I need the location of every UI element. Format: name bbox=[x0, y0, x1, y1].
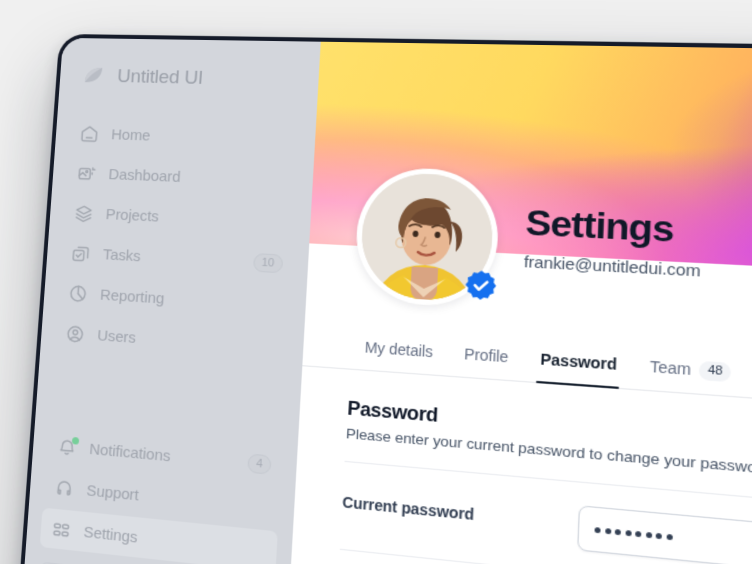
divider bbox=[344, 460, 752, 535]
dashboard-icon bbox=[76, 162, 98, 184]
brand-name: Untitled UI bbox=[116, 66, 204, 89]
sidebar-item-label: Tasks bbox=[102, 245, 142, 265]
tab-badge-team: 48 bbox=[698, 360, 732, 382]
settings-tabs: My details Profile Password Team 48 Plan bbox=[302, 320, 752, 434]
app-screen: Untitled UI Home Dashboard Projects Task… bbox=[10, 37, 752, 564]
field-new-password: New password Your new password must be m… bbox=[335, 550, 752, 564]
sidebar-item-users[interactable]: Users bbox=[54, 313, 290, 368]
tab-label: Profile bbox=[463, 345, 509, 366]
sidebar-item-label: Users bbox=[96, 326, 137, 347]
tab-label: My details bbox=[364, 338, 434, 361]
tasks-icon bbox=[70, 242, 92, 264]
sidebar-item-projects[interactable]: Projects bbox=[63, 193, 297, 242]
main-content: Settings frankie@untitledui.com My detai… bbox=[277, 41, 752, 564]
device-frame: Untitled UI Home Dashboard Projects Task… bbox=[6, 33, 752, 564]
sidebar-item-label: Projects bbox=[105, 205, 160, 226]
sidebar-item-label: Dashboard bbox=[107, 165, 182, 186]
sidebar-item-label: Home bbox=[110, 125, 151, 145]
sidebar-item-home[interactable]: Home bbox=[68, 114, 301, 160]
tab-team[interactable]: Team 48 bbox=[634, 342, 748, 397]
avatar[interactable] bbox=[353, 166, 501, 310]
sidebar-item-label: Notifications bbox=[88, 440, 172, 465]
bell-icon bbox=[56, 435, 80, 458]
tab-profile[interactable]: Profile bbox=[449, 330, 525, 381]
sidebar: Untitled UI Home Dashboard Projects Task… bbox=[10, 37, 321, 564]
sidebar-item-label: Support bbox=[85, 481, 140, 505]
avatar-image bbox=[358, 171, 495, 304]
lifebuoy-icon bbox=[53, 476, 75, 500]
pie-chart-icon bbox=[67, 282, 89, 304]
sidebar-item-label: Settings bbox=[83, 522, 139, 547]
cover-banner bbox=[309, 41, 752, 290]
sidebar-badge-notifications: 4 bbox=[247, 453, 272, 475]
tab-label: Password bbox=[540, 350, 618, 374]
divider bbox=[339, 548, 752, 564]
verified-check-icon bbox=[463, 268, 498, 302]
title-block: Settings frankie@untitledui.com bbox=[523, 202, 703, 281]
brand[interactable]: Untitled UI bbox=[73, 59, 305, 94]
sidebar-item-tasks[interactable]: Tasks 10 bbox=[60, 233, 295, 284]
tab-password[interactable]: Password bbox=[525, 335, 633, 389]
field-label: Current password bbox=[341, 493, 475, 524]
sidebar-item-reporting[interactable]: Reporting bbox=[57, 273, 292, 326]
tab-label: Team bbox=[649, 357, 692, 379]
password-section: Password Please enter your current passw… bbox=[281, 366, 752, 564]
user-circle-icon bbox=[64, 322, 86, 345]
sliders-icon bbox=[50, 517, 72, 541]
field-control bbox=[577, 505, 752, 564]
profile-header: Settings frankie@untitledui.com bbox=[305, 166, 752, 380]
sidebar-item-notifications[interactable]: Notifications 4 bbox=[46, 426, 283, 487]
field-current-password: Current password bbox=[341, 462, 752, 564]
page-title: Settings bbox=[524, 202, 675, 251]
sidebar-item-dashboard[interactable]: Dashboard bbox=[65, 154, 299, 202]
home-icon bbox=[79, 123, 101, 144]
layers-icon bbox=[73, 202, 95, 224]
cover-gradient bbox=[309, 41, 752, 290]
sidebar-item-settings[interactable]: Settings bbox=[39, 507, 278, 564]
sidebar-nav: Home Dashboard Projects Tasks 10 Reporti… bbox=[54, 114, 302, 368]
tab-my-details[interactable]: My details bbox=[350, 324, 449, 376]
current-password-input[interactable] bbox=[577, 505, 752, 564]
sidebar-nav-bottom: Notifications 4 Support Settings bbox=[39, 426, 283, 564]
section-title: Password bbox=[346, 397, 439, 427]
sidebar-item-support[interactable]: Support bbox=[43, 466, 281, 529]
sidebar-item-label: Reporting bbox=[99, 285, 165, 308]
user-email: frankie@untitledui.com bbox=[523, 253, 701, 281]
notification-dot bbox=[71, 436, 80, 445]
cover-gradient-highlight bbox=[309, 41, 752, 290]
wave-logo-icon bbox=[81, 64, 108, 90]
sidebar-badge-tasks: 10 bbox=[252, 253, 284, 274]
section-description: Please enter your current password to ch… bbox=[345, 425, 752, 478]
scene: Untitled UI Home Dashboard Projects Task… bbox=[0, 0, 752, 564]
password-dots bbox=[594, 526, 673, 540]
